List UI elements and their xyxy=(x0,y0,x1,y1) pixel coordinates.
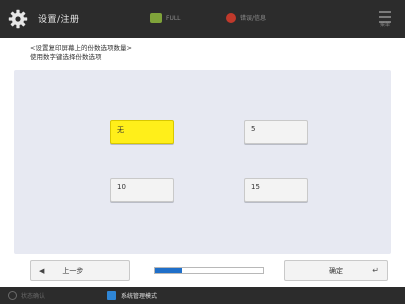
page-title: 设置/注册 xyxy=(38,15,80,25)
instruction-line-1: <设置复印屏幕上的份数选项数量> xyxy=(30,44,132,52)
back-button-label: 上一步 xyxy=(62,266,84,275)
footer-message: 系统管理模式 xyxy=(107,291,157,300)
settings-gear-icon xyxy=(8,9,28,29)
ok-button-label: 确定 xyxy=(329,267,343,275)
footer-bar: 状态确认 系统管理模式 xyxy=(0,287,405,304)
option-5[interactable]: 5 xyxy=(244,120,308,144)
progress-fill xyxy=(155,268,182,273)
status-label: 错误/信息 xyxy=(240,14,267,22)
option-none[interactable]: 无 xyxy=(110,120,174,144)
status-monitor-button[interactable]: 状态确认 xyxy=(8,291,45,300)
status-monitor-label: 状态确认 xyxy=(21,293,46,300)
instruction-line-2: 使用数字键选择份数选项 xyxy=(30,53,102,61)
back-arrow-icon: ◀ xyxy=(39,266,45,275)
enter-icon: ↵ xyxy=(372,266,379,275)
menu-icon-bar xyxy=(379,16,391,18)
back-button[interactable]: ◀ 上一步 xyxy=(30,260,130,281)
menu-button[interactable]: 菜单 xyxy=(375,8,395,30)
status-ok-icon xyxy=(150,13,162,23)
instruction-text: <设置复印屏幕上的份数选项数量> 使用数字键选择份数选项 xyxy=(30,44,132,62)
menu-icon-bar xyxy=(379,11,391,13)
footer-message-text: 系统管理模式 xyxy=(121,293,158,300)
info-icon xyxy=(107,291,116,300)
status-item-error[interactable]: 错误/信息 xyxy=(226,11,266,25)
status-monitor-icon xyxy=(8,291,17,300)
header-bar: 设置/注册 FULL 错误/信息 菜单 xyxy=(0,0,405,38)
status-error-icon xyxy=(226,13,236,23)
settings-screen: 设置/注册 FULL 错误/信息 菜单 <设置复印屏幕上的份数选项数量> 使用数… xyxy=(0,0,405,304)
status-item-full[interactable]: FULL xyxy=(150,11,181,25)
ok-button[interactable]: 确定 ↵ xyxy=(284,260,388,281)
progress-bar xyxy=(154,267,264,274)
status-label: FULL xyxy=(166,14,181,22)
option-15[interactable]: 15 xyxy=(244,178,308,202)
menu-label: 菜单 xyxy=(379,21,391,28)
options-panel: 无 5 10 15 xyxy=(14,70,391,254)
option-10[interactable]: 10 xyxy=(110,178,174,202)
